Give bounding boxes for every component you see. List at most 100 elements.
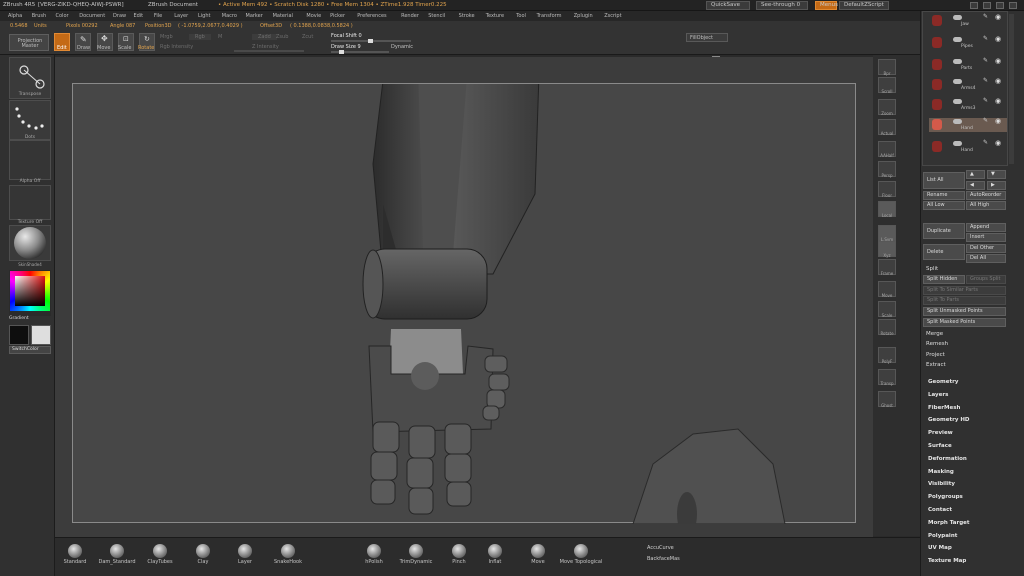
menu-preferences[interactable]: Preferences [357, 13, 386, 19]
polypaint-brush-icon[interactable]: ✎ [983, 77, 988, 84]
rgb-intensity-slider[interactable]: Rgb Intensity [160, 44, 193, 50]
section-preview[interactable]: Preview [928, 430, 953, 436]
focal-shift-slider[interactable]: Focal Shift 0 [331, 33, 362, 39]
section-geometry[interactable]: Geometry [928, 379, 958, 385]
subtool-toggle-icon[interactable] [953, 141, 962, 146]
menu-macro[interactable]: Macro [222, 13, 237, 19]
see-through-slider[interactable]: See-through 0 [756, 1, 808, 10]
gradient-button[interactable]: Gradient [9, 316, 51, 321]
delete-button[interactable]: Delete [923, 244, 965, 260]
section-deformation[interactable]: Deformation [928, 456, 967, 462]
section-geometry-hd[interactable]: Geometry HD [928, 417, 970, 423]
document-viewport[interactable] [72, 63, 856, 536]
split-header[interactable]: Split [926, 266, 938, 272]
menu-marker[interactable]: Marker [246, 13, 263, 19]
section-visibility[interactable]: Visibility [928, 481, 955, 487]
extract-header[interactable]: Extract [926, 362, 946, 368]
polypaint-brush-icon[interactable]: ✎ [983, 97, 988, 104]
subtool-toggle-icon[interactable] [953, 59, 962, 64]
all-high-button[interactable]: All High [966, 201, 1006, 210]
menu-alpha[interactable]: Alpha [8, 13, 22, 19]
brush-trimdynamic-icon[interactable] [409, 544, 423, 558]
accucurve-button[interactable]: AccuCurve [647, 545, 674, 551]
polypaint-brush-icon[interactable]: ✎ [983, 13, 988, 20]
layout-icon[interactable] [983, 2, 991, 9]
visibility-eye-icon[interactable]: ◉ [995, 77, 1001, 85]
brush-clay-icon[interactable] [196, 544, 210, 558]
split-to-parts-button[interactable]: Split To Parts [923, 296, 1006, 305]
section-morph-target[interactable]: Morph Target [928, 520, 970, 526]
section-surface[interactable]: Surface [928, 443, 952, 449]
menu-stencil[interactable]: Stencil [428, 13, 445, 19]
append-button[interactable]: Append [966, 223, 1006, 232]
section-polygroups[interactable]: Polygroups [928, 494, 963, 500]
menu-transform[interactable]: Transform [537, 13, 562, 19]
visibility-eye-icon[interactable]: ◉ [995, 35, 1001, 43]
move-down-button[interactable]: ▼ [987, 170, 1006, 179]
section-fibermesh[interactable]: FiberMesh [928, 405, 960, 411]
stroke-tile[interactable] [9, 100, 51, 140]
zadd-button[interactable]: Zadd [252, 34, 277, 40]
polypaint-brush-icon[interactable]: ✎ [983, 57, 988, 64]
draw-size-knob[interactable] [339, 50, 344, 54]
polypaint-brush-icon[interactable]: ✎ [983, 117, 988, 124]
insert-button[interactable]: Insert [966, 233, 1006, 242]
subtool-item[interactable]: Hand ◉ ✎ [929, 117, 1007, 132]
brush-layer-icon[interactable] [238, 544, 252, 558]
brush-standard-icon[interactable] [68, 544, 82, 558]
subtool-item[interactable]: Jaw ◉ ✎ [929, 13, 1007, 28]
rename-button[interactable]: Rename [923, 191, 965, 200]
menu-movie[interactable]: Movie [306, 13, 321, 19]
subtool-item[interactable]: Parts ◉ ✎ [929, 57, 1007, 72]
subtool-toggle-icon[interactable] [953, 79, 962, 84]
material-tile[interactable] [9, 225, 51, 261]
subtool-item[interactable]: Hand ◉ ✎ [929, 139, 1007, 154]
focal-shift-knob[interactable] [368, 39, 373, 43]
select-down-button[interactable]: ▶ [987, 181, 1006, 190]
brush-dam-standard-icon[interactable] [110, 544, 124, 558]
subtool-item[interactable]: Arms4 ◉ ✎ [929, 77, 1007, 92]
subtool-scrollbar[interactable] [1009, 14, 1014, 164]
maximize-icon[interactable] [996, 2, 1004, 9]
fill-object-button[interactable]: FillObject [686, 33, 728, 42]
main-color-swatch[interactable] [9, 325, 29, 345]
del-other-button[interactable]: Del Other [966, 244, 1006, 253]
brush-claytubes-icon[interactable] [153, 544, 167, 558]
project-header[interactable]: Project [926, 352, 945, 358]
brush-inflat-icon[interactable] [488, 544, 502, 558]
subtool-toggle-icon[interactable] [953, 37, 962, 42]
zsub-button[interactable]: Zsub [276, 34, 288, 40]
move-up-button[interactable]: ▲ [966, 170, 985, 179]
menu-file[interactable]: File [154, 13, 162, 19]
visibility-eye-icon[interactable]: ◉ [995, 57, 1001, 65]
secondary-color-swatch[interactable] [31, 325, 51, 345]
minimize-icon[interactable] [970, 2, 978, 9]
zcut-button[interactable]: Zcut [302, 34, 313, 40]
section-layers[interactable]: Layers [928, 392, 948, 398]
subtool-toggle-icon[interactable] [953, 99, 962, 104]
menus-button[interactable]: Menus [815, 1, 838, 10]
backface-mask-button[interactable]: BackfaceMas [647, 556, 680, 562]
remesh-header[interactable]: Remesh [926, 341, 948, 347]
section-polypaint[interactable]: Polypaint [928, 533, 957, 539]
alpha-tile[interactable] [9, 140, 51, 180]
menu-material[interactable]: Material [273, 13, 293, 19]
dynamic-button[interactable]: Dynamic [391, 44, 413, 50]
split-hidden-button[interactable]: Split Hidden [923, 275, 965, 284]
del-all-button[interactable]: Del All [966, 254, 1006, 263]
subtool-item[interactable]: Pipes ◉ ✎ [929, 35, 1007, 50]
section-contact[interactable]: Contact [928, 507, 952, 513]
menu-texture[interactable]: Texture [486, 13, 504, 19]
menu-zplugin[interactable]: Zplugin [574, 13, 593, 19]
subtool-toggle-icon[interactable] [953, 119, 962, 124]
texture-tile[interactable] [9, 185, 51, 220]
rgb-button[interactable]: Rgb [189, 34, 211, 40]
brush-snakehook-icon[interactable] [281, 544, 295, 558]
split-masked-button[interactable]: Split Masked Points [923, 318, 1006, 327]
section-uv-map[interactable]: UV Map [928, 545, 952, 551]
subtool-item[interactable]: Arms3 ◉ ✎ [929, 97, 1007, 112]
m-button[interactable]: M [218, 34, 222, 40]
menu-edit[interactable]: Edit [133, 13, 143, 19]
default-zscript-button[interactable]: DefaultZScript [839, 1, 889, 10]
menu-brush[interactable]: Brush [32, 13, 46, 19]
